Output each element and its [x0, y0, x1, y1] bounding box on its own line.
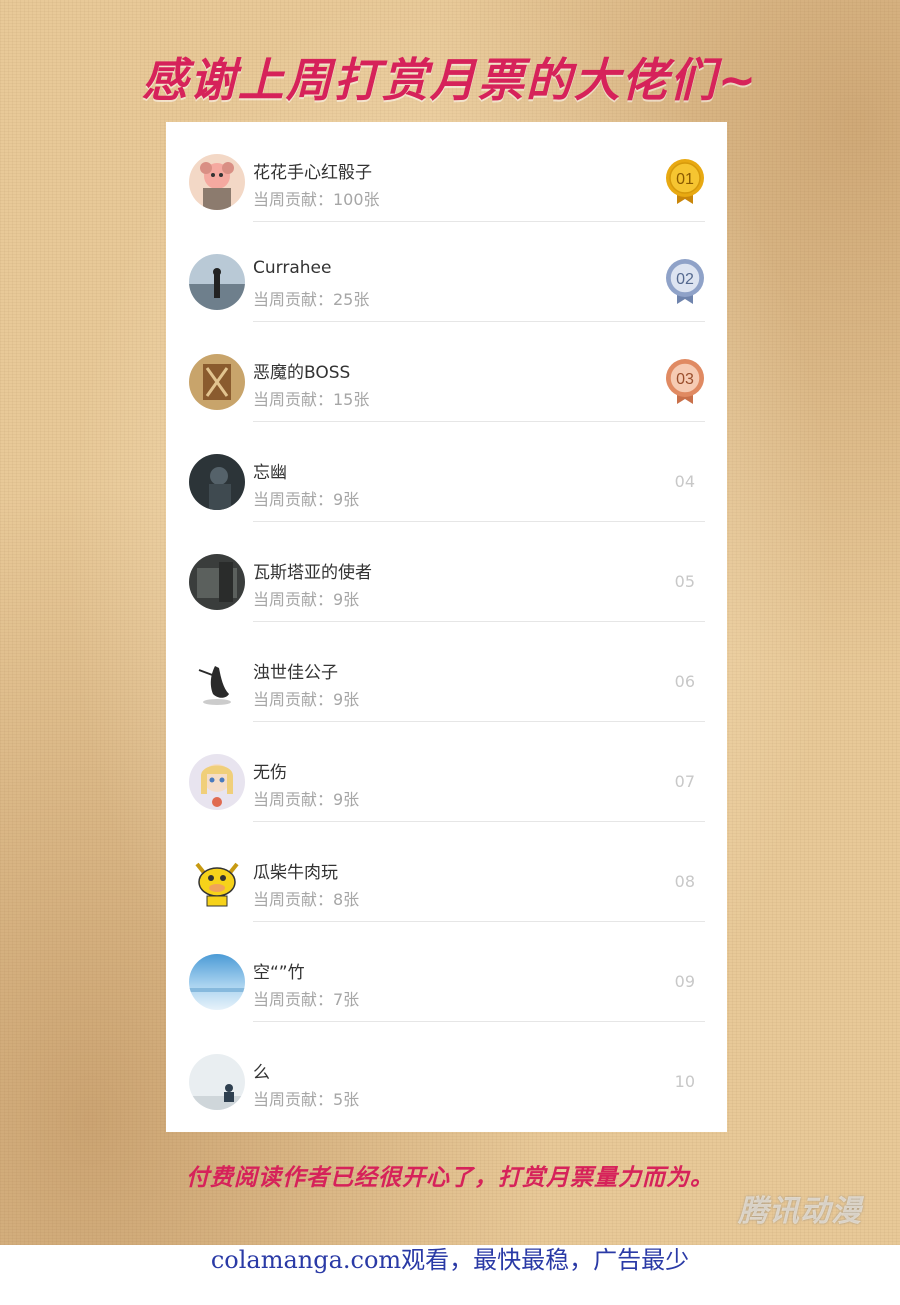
rank-number: 04	[674, 472, 695, 491]
watermark-logo: 腾讯动漫	[738, 1194, 862, 1229]
medal-rank-label: 03	[676, 371, 694, 388]
avatar	[189, 454, 245, 510]
weekly-contribution: 当周贡献：15张	[253, 390, 370, 409]
rank-number: 05	[674, 572, 695, 591]
poster-headline: 感谢上周打赏月票的大佬们~	[141, 53, 759, 107]
avatar	[189, 754, 245, 810]
avatar	[189, 554, 245, 610]
weekly-contribution: 当周贡献：9张	[253, 790, 360, 809]
user-name: 瓜柴牛肉玩	[253, 863, 338, 883]
medal-rank-label: 01	[676, 171, 694, 188]
user-name: 无伤	[253, 763, 287, 783]
weekly-contribution: 当周贡献：25张	[253, 290, 370, 309]
avatar	[189, 654, 245, 710]
avatar	[189, 354, 245, 410]
rank-number: 06	[674, 672, 695, 691]
bronze-medal-icon: 03	[665, 358, 705, 406]
user-name: 瓦斯塔亚的使者	[253, 563, 372, 583]
weekly-contribution: 当周贡献：9张	[253, 690, 360, 709]
user-name: 忘幽	[253, 463, 287, 483]
user-name: Currahee	[253, 258, 332, 278]
avatar	[189, 154, 245, 210]
poster-background: 感谢上周打赏月票的大佬们~ 花花手心红骰子 当周贡献：100张 01 Curra…	[0, 0, 900, 1245]
weekly-contribution: 当周贡献：9张	[253, 590, 360, 609]
avatar	[189, 1054, 245, 1110]
leaderboard-row[interactable]: Currahee 当周贡献：25张 02	[166, 222, 727, 322]
weekly-contribution: 当周贡献：5张	[253, 1090, 360, 1109]
user-name: 么	[253, 1063, 270, 1083]
leaderboard-row[interactable]: 浊世佳公子 当周贡献：9张 06	[166, 622, 727, 722]
avatar	[189, 254, 245, 310]
weekly-contribution: 当周贡献：7张	[253, 990, 360, 1009]
user-name: 浊世佳公子	[253, 663, 338, 683]
leaderboard-card: 花花手心红骰子 当周贡献：100张 01 Currahee 当周贡献：25张 0…	[166, 122, 727, 1132]
avatar	[189, 954, 245, 1010]
rank-number: 08	[674, 872, 695, 891]
leaderboard-row[interactable]: 空“”竹 当周贡献：7张 09	[166, 922, 727, 1022]
rank-number: 09	[674, 972, 695, 991]
rank-number: 10	[674, 1072, 695, 1091]
weekly-contribution: 当周贡献：8张	[253, 890, 360, 909]
leaderboard-row[interactable]: 瓜柴牛肉玩 当周贡献：8张 08	[166, 822, 727, 922]
site-banner[interactable]: colamanga.com观看，最快最稳，广告最少	[0, 1240, 900, 1275]
leaderboard-row[interactable]: 么 当周贡献：5张 10	[166, 1022, 727, 1122]
leaderboard-row[interactable]: 忘幽 当周贡献：9张 04	[166, 422, 727, 522]
leaderboard-row[interactable]: 花花手心红骰子 当周贡献：100张 01	[166, 122, 727, 222]
user-name: 恶魔的BOSS	[253, 363, 351, 383]
leaderboard-row[interactable]: 无伤 当周贡献：9张 07	[166, 722, 727, 822]
rank-number: 07	[674, 772, 695, 791]
leaderboard-row[interactable]: 瓦斯塔亚的使者 当周贡献：9张 05	[166, 522, 727, 622]
leaderboard-row[interactable]: 恶魔的BOSS 当周贡献：15张 03	[166, 322, 727, 422]
medal-rank-label: 02	[676, 271, 694, 288]
avatar	[189, 854, 245, 910]
weekly-contribution: 当周贡献：100张	[253, 190, 380, 209]
silver-medal-icon: 02	[665, 258, 705, 306]
weekly-contribution: 当周贡献：9张	[253, 490, 360, 509]
user-name: 花花手心红骰子	[253, 163, 372, 183]
user-name: 空“”竹	[253, 963, 305, 983]
gold-medal-icon: 01	[665, 158, 705, 206]
